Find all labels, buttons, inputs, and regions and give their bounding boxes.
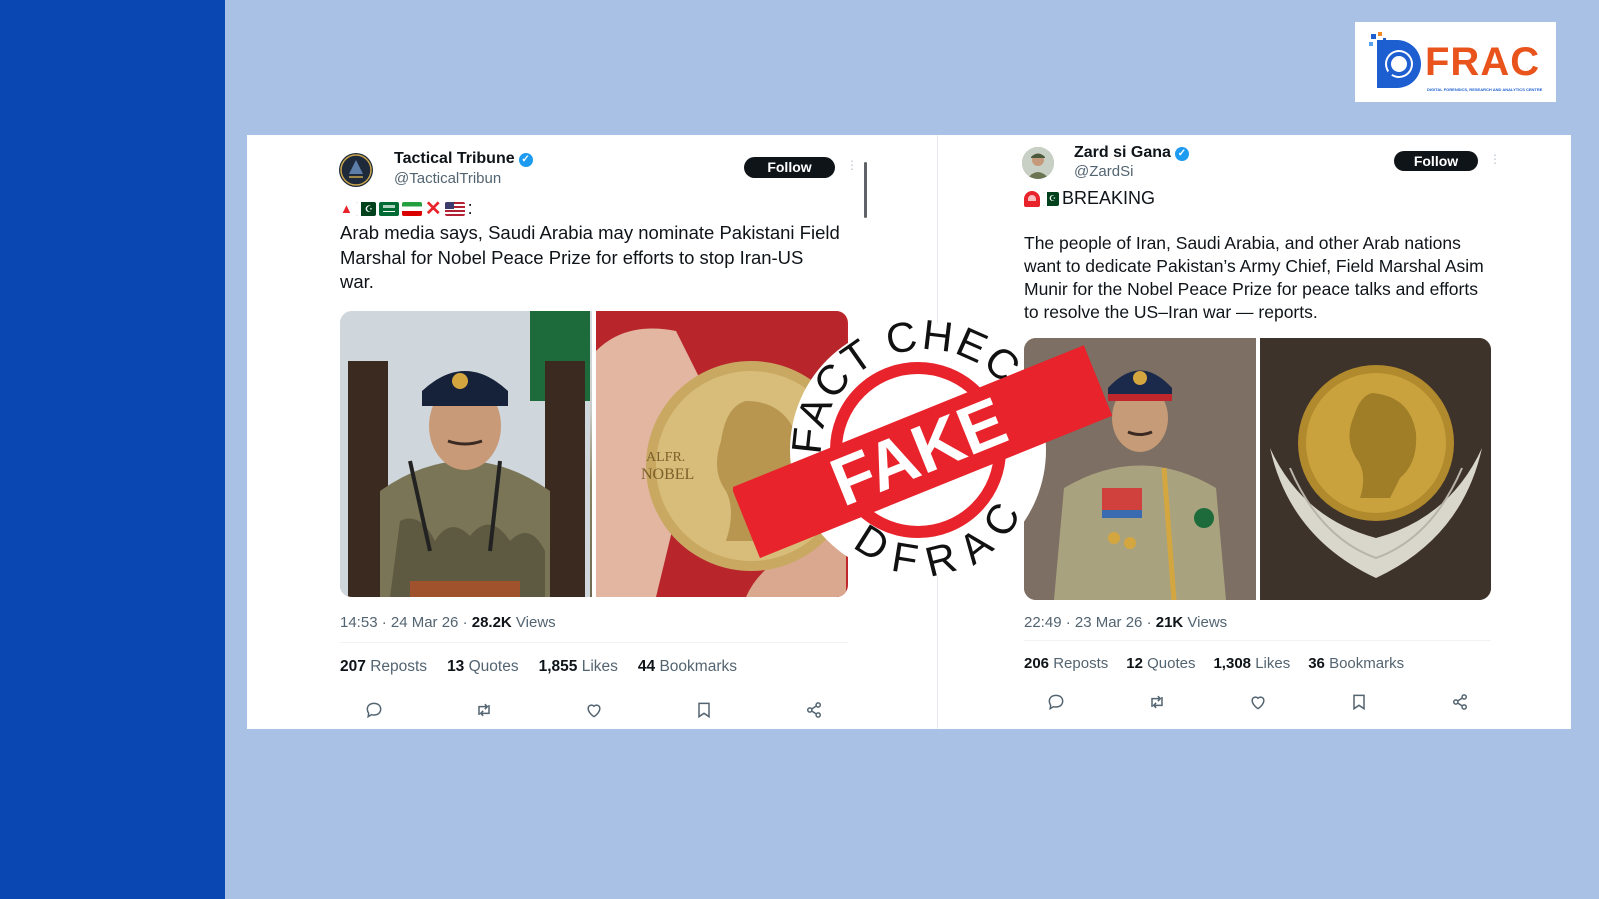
red-triangle-icon: ▲ xyxy=(340,201,353,216)
iran-flag-icon xyxy=(401,201,422,216)
tweet-timestamp[interactable]: 14:53 · 24 Mar 26 · 28.2K Views xyxy=(340,614,556,631)
quotes-count: 13 xyxy=(447,658,465,675)
follow-button[interactable]: Follow xyxy=(1394,151,1478,171)
avatar[interactable] xyxy=(339,153,373,187)
bookmark-icon[interactable] xyxy=(1349,692,1369,712)
views-label: Views xyxy=(1183,614,1228,631)
time-text: 14:53 · 24 Mar 26 · xyxy=(340,614,472,631)
engagement-stats: 206 Reposts 12 Quotes 1,308 Likes 36 Boo… xyxy=(1024,655,1404,672)
likes-label: Likes xyxy=(581,658,618,675)
quotes-label: Quotes xyxy=(468,658,519,675)
likes-count: 1,855 xyxy=(538,658,578,675)
bookmark-icon[interactable] xyxy=(694,700,714,720)
dfrac-logo-mark-icon xyxy=(1369,32,1421,88)
author-name[interactable]: Zard si Gana ✓ xyxy=(1074,144,1189,162)
repost-icon[interactable] xyxy=(1147,692,1167,712)
fact-check-fake-stamp: FACT CHECK DFRAC FAKE xyxy=(733,315,1113,585)
cross-mark-icon: ✕ xyxy=(424,197,442,220)
quotes-count: 12 xyxy=(1126,655,1143,672)
action-bar xyxy=(364,700,824,720)
reply-icon[interactable] xyxy=(364,700,384,720)
medal-inscription-1: ALFR. xyxy=(646,450,685,465)
author-handle[interactable]: @ZardSi xyxy=(1074,163,1133,180)
reply-icon[interactable] xyxy=(1046,692,1066,712)
bookmarks-count: 44 xyxy=(637,658,656,675)
bookmarks-label: Bookmarks xyxy=(659,658,737,675)
usa-flag-icon xyxy=(444,201,465,216)
scrollbar[interactable] xyxy=(864,162,867,218)
author-handle[interactable]: @TacticalTribun xyxy=(394,170,501,187)
dfrac-logo: FRAC DIGITAL FORENSICS, RESEARCH AND ANA… xyxy=(1355,22,1556,102)
field-marshal-photo[interactable] xyxy=(340,311,592,597)
separator xyxy=(340,642,848,643)
tweet-text: Arab media says, Saudi Arabia may nomina… xyxy=(340,222,840,292)
reposts-label: Reposts xyxy=(1053,655,1109,672)
views-label: Views xyxy=(511,614,556,631)
nobel-medal-case-photo[interactable] xyxy=(1259,338,1491,600)
time-text: 22:49 · 23 Mar 26 · xyxy=(1024,614,1156,631)
breaking-headline: ☪ BREAKING xyxy=(1024,188,1155,209)
verified-badge-icon: ✓ xyxy=(518,153,533,167)
field-marshal-illustration xyxy=(340,311,590,597)
flags-colon: : xyxy=(467,198,473,218)
like-icon[interactable] xyxy=(584,700,604,720)
pakistan-flag-icon: ☪ xyxy=(355,201,376,216)
logo-tagline: DIGITAL FORENSICS, RESEARCH AND ANALYTIC… xyxy=(1427,87,1543,92)
more-options-icon[interactable]: ⋮ xyxy=(1489,152,1501,166)
share-icon[interactable] xyxy=(804,700,824,720)
breaking-text: BREAKING xyxy=(1062,188,1156,208)
tweet-text: The people of Iran, Saudi Arabia, and ot… xyxy=(1024,233,1484,322)
medal-inscription-2: NOBEL xyxy=(641,466,694,483)
reposts-stat[interactable]: 206 Reposts xyxy=(1024,655,1108,672)
repost-icon[interactable] xyxy=(474,700,494,720)
views-count: 21K xyxy=(1155,614,1184,631)
likes-stat[interactable]: 1,308 Likes xyxy=(1213,655,1290,672)
likes-label: Likes xyxy=(1255,655,1291,672)
share-icon[interactable] xyxy=(1450,692,1470,712)
action-bar xyxy=(1046,692,1470,712)
tweet-timestamp[interactable]: 22:49 · 23 Mar 26 · 21K Views xyxy=(1024,614,1227,631)
avatar[interactable] xyxy=(1022,147,1054,179)
likes-count: 1,308 xyxy=(1213,655,1252,672)
bookmarks-stat[interactable]: 36 Bookmarks xyxy=(1308,655,1404,672)
tactical-tribune-emblem-icon xyxy=(340,154,372,186)
left-blue-bar xyxy=(0,0,225,899)
logo-wordmark: FRAC xyxy=(1425,40,1541,84)
siren-icon xyxy=(1024,190,1040,207)
soldier-avatar-icon xyxy=(1022,147,1054,179)
quotes-stat[interactable]: 13 Quotes xyxy=(447,658,519,676)
reposts-count: 206 xyxy=(1024,655,1050,672)
more-options-icon[interactable]: ⋮ xyxy=(846,158,858,172)
verified-badge-icon: ✓ xyxy=(1174,147,1189,161)
author-name-text: Tactical Tribune xyxy=(394,150,515,167)
likes-stat[interactable]: 1,855 Likes xyxy=(539,658,618,676)
author-name-text: Zard si Gana xyxy=(1074,144,1171,161)
follow-button[interactable]: Follow xyxy=(744,157,835,178)
nobel-medal-case-illustration xyxy=(1259,338,1491,600)
views-count: 28.2K xyxy=(471,614,512,631)
reposts-stat[interactable]: 207 Reposts xyxy=(340,658,427,676)
flag-emoji-row: ▲ ☪ ✕ : xyxy=(340,198,473,219)
author-name[interactable]: Tactical Tribune ✓ xyxy=(394,150,533,168)
bookmarks-stat[interactable]: 44 Bookmarks xyxy=(638,658,737,676)
pakistan-flag-icon: ☪ xyxy=(1043,191,1059,206)
quotes-stat[interactable]: 12 Quotes xyxy=(1126,655,1195,672)
bookmarks-count: 36 xyxy=(1308,655,1325,672)
separator xyxy=(1024,640,1491,641)
reposts-label: Reposts xyxy=(370,658,428,675)
bookmarks-label: Bookmarks xyxy=(1329,655,1405,672)
saudi-flag-icon xyxy=(378,201,399,216)
reposts-count: 207 xyxy=(340,658,366,675)
engagement-stats: 207 Reposts 13 Quotes 1,855 Likes 44 Boo… xyxy=(340,658,737,676)
like-icon[interactable] xyxy=(1248,692,1268,712)
quotes-label: Quotes xyxy=(1147,655,1196,672)
